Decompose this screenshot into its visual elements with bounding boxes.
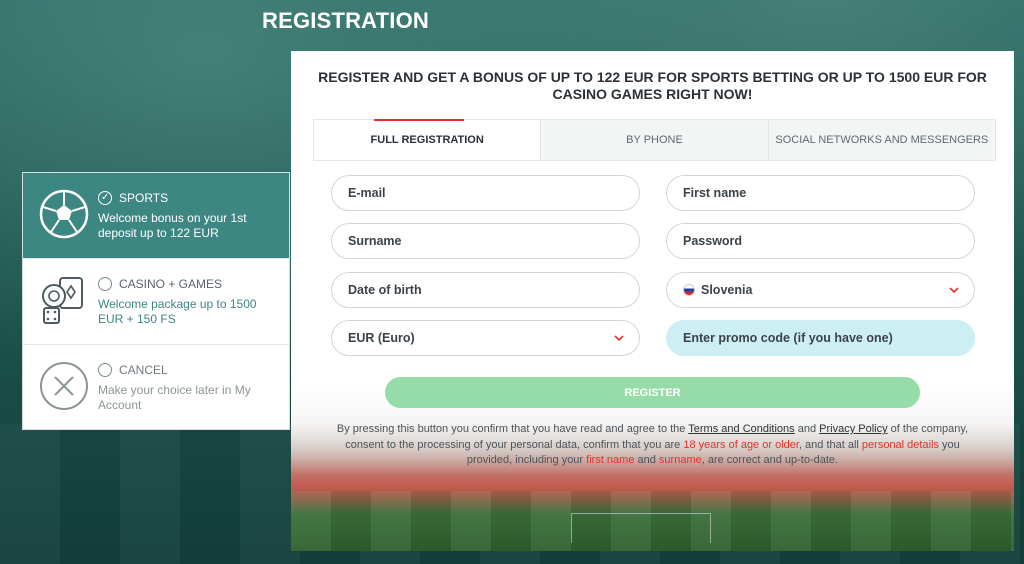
check-icon: ✓ <box>101 192 110 203</box>
email-placeholder: E-mail <box>348 186 386 200</box>
cancel-description: Make your choice later in My Account <box>98 383 251 412</box>
currency-select[interactable]: EUR (Euro) <box>331 320 640 356</box>
first-name-placeholder: First name <box>683 186 747 200</box>
date-of-birth-field[interactable]: Date of birth <box>331 272 640 308</box>
chevron-down-icon <box>949 287 959 294</box>
legal-disclaimer: By pressing this button you confirm that… <box>331 422 974 469</box>
casino-description: Welcome package up to 1500 EUR + 150 FS <box>98 297 257 326</box>
first-name-text: first name <box>586 454 635 466</box>
age-requirement: 18 years of age or older <box>683 438 799 451</box>
sports-description: Welcome bonus on your 1st deposit up to … <box>98 211 247 240</box>
disclaimer-text-1: By pressing this button you confirm that… <box>336 423 689 435</box>
personal-details-text: personal details <box>861 438 939 451</box>
sports-radio[interactable]: ✓ <box>98 191 112 205</box>
first-name-field[interactable]: First name <box>666 175 975 211</box>
cancel-radio[interactable] <box>98 363 112 377</box>
registration-tabs: FULL REGISTRATION BY PHONE SOCIAL NETWOR… <box>313 119 996 161</box>
country-select[interactable]: Slovenia <box>666 272 975 308</box>
bonus-option-sports[interactable]: ✓ SPORTS Welcome bonus on your 1st depos… <box>23 173 289 259</box>
casino-title: CASINO + GAMES <box>119 277 223 291</box>
register-button[interactable]: REGISTER <box>385 377 920 408</box>
surname-placeholder: Surname <box>348 234 402 248</box>
bonus-headline: REGISTER AND GET A BONUS OF UP TO 122 EU… <box>318 69 987 102</box>
sports-title: SPORTS <box>119 191 169 205</box>
casino-radio[interactable] <box>98 277 112 291</box>
disclaimer-text-6: and <box>634 454 659 466</box>
surname-field[interactable]: Surname <box>331 223 640 259</box>
tab-full-registration[interactable]: FULL REGISTRATION <box>314 119 541 160</box>
disclaimer-text-7: , are correct and up-to-date. <box>701 454 839 466</box>
bonus-option-casino[interactable]: CASINO + GAMES Welcome package up to 150… <box>23 259 289 345</box>
date-of-birth-placeholder: Date of birth <box>348 283 422 297</box>
bonus-selection-panel: ✓ SPORTS Welcome bonus on your 1st depos… <box>22 172 290 430</box>
cancel-x-icon <box>40 362 88 410</box>
password-field[interactable]: Password <box>666 223 975 259</box>
tab-by-phone[interactable]: BY PHONE <box>540 120 768 160</box>
surname-text: surname <box>658 454 702 466</box>
page-title: REGISTRATION <box>262 8 429 33</box>
email-field[interactable]: E-mail <box>331 175 640 211</box>
soccer-ball-icon <box>39 189 89 239</box>
cancel-title: CANCEL <box>119 363 168 377</box>
registration-card: REGISTER AND GET A BONUS OF UP TO 122 EU… <box>291 51 1014 551</box>
disclaimer-text-4: , and that all <box>798 438 862 451</box>
chevron-down-icon <box>614 335 624 342</box>
casino-chips-dice-icon <box>42 277 83 324</box>
terms-link[interactable]: Terms and Conditions <box>688 423 794 435</box>
promo-code-placeholder: Enter promo code (if you have one) <box>683 331 893 345</box>
bonus-option-cancel[interactable]: CANCEL Make your choice later in My Acco… <box>23 345 289 431</box>
pitch-box-line <box>571 513 711 543</box>
disclaimer-text-2: and <box>794 423 820 435</box>
tab-social-networks[interactable]: SOCIAL NETWORKS AND MESSENGERS <box>767 120 995 160</box>
privacy-policy-link[interactable]: Privacy Policy <box>819 423 887 435</box>
promo-code-field[interactable]: Enter promo code (if you have one) <box>666 320 975 356</box>
slovenia-flag-icon <box>683 284 695 296</box>
country-value: Slovenia <box>701 283 753 297</box>
password-placeholder: Password <box>683 234 743 248</box>
currency-value: EUR (Euro) <box>348 331 415 345</box>
